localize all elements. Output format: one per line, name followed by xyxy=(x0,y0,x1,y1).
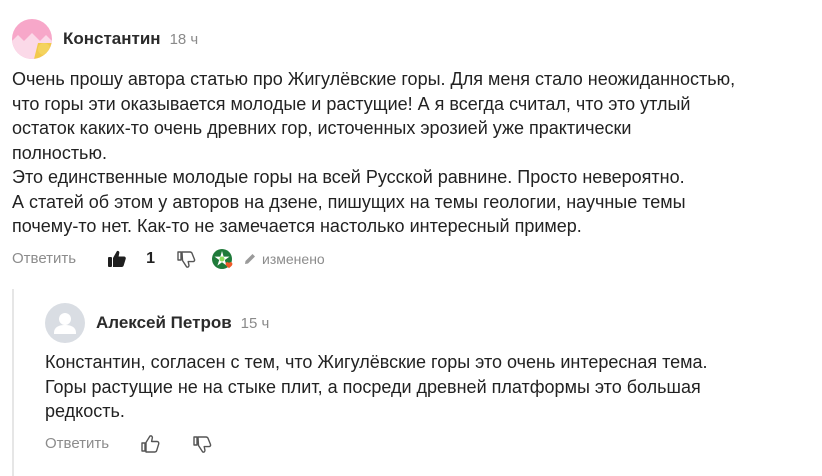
comment-text: Константин, согласен с тем, что Жигулёвс… xyxy=(45,352,708,421)
thumbs-down-icon xyxy=(193,435,212,453)
author-badge[interactable] xyxy=(211,248,233,270)
like-count: 1 xyxy=(146,249,156,267)
comment-item: Константин 18 ч Очень прошу автора стать… xyxy=(12,18,812,271)
user-silhouette-icon xyxy=(45,303,85,343)
author-name[interactable]: Константин xyxy=(63,29,161,49)
avatar[interactable] xyxy=(45,303,85,343)
author-name[interactable]: Алексей Петров xyxy=(96,313,232,333)
reply-comment-item: Алексей Петров 15 ч Константин, согласен… xyxy=(45,302,805,456)
thumbs-up-icon xyxy=(108,250,126,267)
edited-label: изменено xyxy=(262,250,325,267)
thumbs-down-icon xyxy=(177,250,196,268)
comment-actions: Ответить xyxy=(45,432,805,456)
comment-header: Константин 18 ч xyxy=(12,18,812,60)
reply-thread-line xyxy=(12,289,14,476)
comment-time: 15 ч xyxy=(240,314,270,332)
pencil-icon xyxy=(245,253,256,264)
comment-time: 18 ч xyxy=(169,30,199,48)
avatar-image xyxy=(12,19,52,59)
dislike-button[interactable] xyxy=(191,433,213,455)
reply-button[interactable]: Ответить xyxy=(12,250,76,267)
like-button[interactable] xyxy=(139,433,161,455)
like-button[interactable] xyxy=(106,248,128,270)
reply-button[interactable]: Ответить xyxy=(45,435,109,452)
thumbs-up-icon xyxy=(141,434,160,453)
avatar[interactable] xyxy=(12,19,52,59)
green-star-badge-icon xyxy=(212,248,233,269)
comment-text: Очень прошу автора статью про Жигулёвски… xyxy=(12,69,736,236)
dislike-button[interactable] xyxy=(175,248,197,270)
comment-actions: Ответить 1 изменено xyxy=(12,247,812,271)
comment-header: Алексей Петров 15 ч xyxy=(45,302,805,344)
edited-indicator: изменено xyxy=(243,251,325,267)
